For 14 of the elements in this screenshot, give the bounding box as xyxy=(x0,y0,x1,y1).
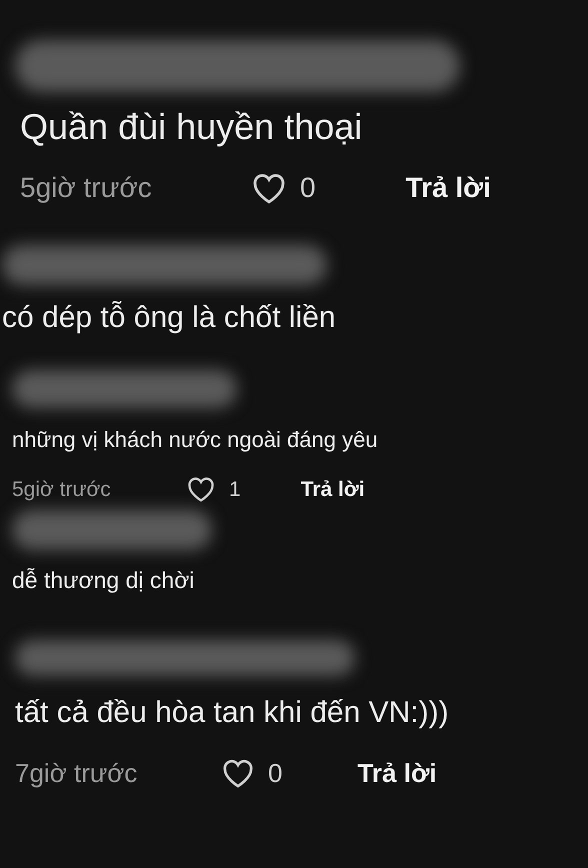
comment-time: 5giờ trước xyxy=(12,478,111,500)
comment-text: những vị khách nước ngoài đáng yêu xyxy=(12,426,378,454)
comment-text: dễ thương dị chời xyxy=(12,566,194,595)
like-button[interactable]: 0 xyxy=(220,757,282,789)
like-button[interactable]: 0 xyxy=(250,171,316,205)
comment-text: Quần đùi huyền thoại xyxy=(20,105,362,149)
comment-time: 7giờ trước xyxy=(15,758,138,788)
reply-link[interactable]: Trả lời xyxy=(406,174,491,202)
comment-time: 5giờ trước xyxy=(20,172,152,203)
comment-text: có dép tỗ ông là chốt liền xyxy=(2,300,336,336)
like-button[interactable]: 1 xyxy=(185,475,241,504)
reply-link[interactable]: Trả lời xyxy=(357,760,437,786)
reply-link[interactable]: Trả lời xyxy=(300,478,365,500)
comment-text: tất cả đều hòa tan khi đến VN:))) xyxy=(15,695,449,731)
